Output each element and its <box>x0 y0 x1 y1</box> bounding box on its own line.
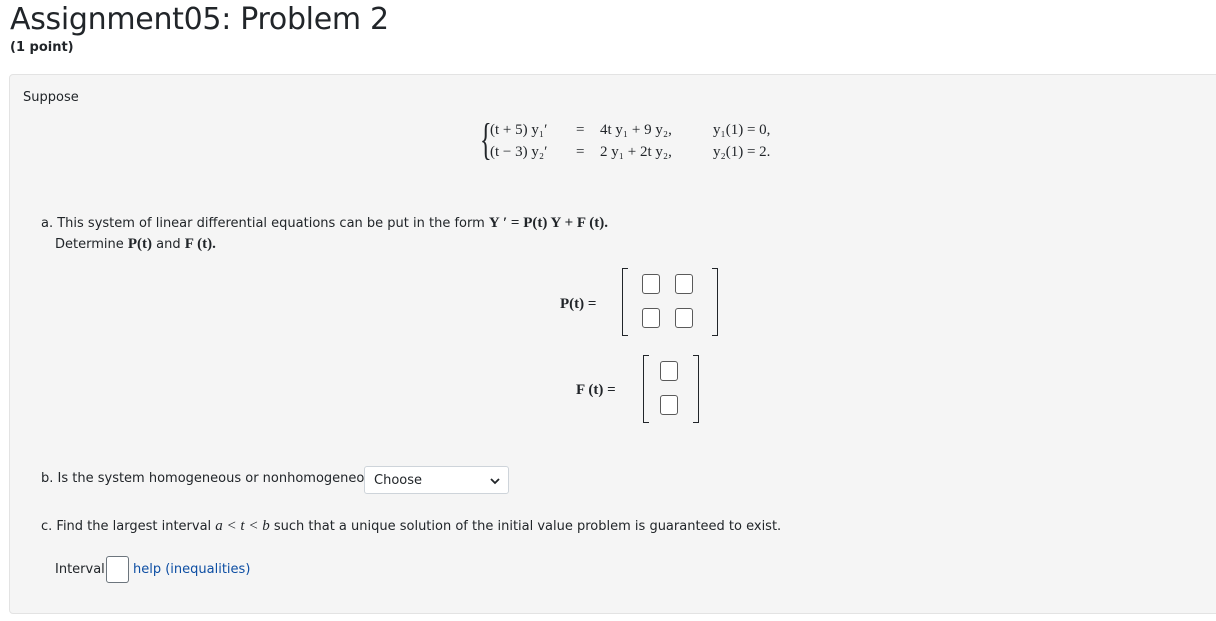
eq1-equals: = <box>576 122 585 138</box>
select-value: Choose <box>374 473 422 488</box>
part-a-form: Y ′ = P(t) Y + F (t). <box>488 215 608 231</box>
p-right-bracket <box>712 268 718 336</box>
intro-text: Suppose <box>23 90 79 105</box>
f-right-bracket <box>693 355 699 423</box>
p-matrix <box>622 268 722 338</box>
p-answer-12[interactable] <box>675 274 693 294</box>
part-c-suffix: such that a unique solution of the initi… <box>273 519 782 534</box>
part-b-text: b. Is the system homogeneous or nonhomog… <box>41 471 387 486</box>
points-label: (1 point) <box>10 40 74 55</box>
part-a-text: a. This system of linear differential eq… <box>41 215 608 232</box>
help-inequalities-link[interactable]: help (inequalities) <box>133 562 250 577</box>
f-vector <box>643 355 703 425</box>
f-vector-label: F (t) = <box>576 382 616 398</box>
part-c-prefix: c. Find the largest interval <box>41 519 212 534</box>
determine-f: F (t). <box>184 236 216 252</box>
equation-system: { (t + 5) y₁′ = 4t y₁ + 9 y₂, y₁(1) = 0,… <box>480 118 800 168</box>
eq2-rhs: 2 y₁ + 2t y₂, <box>600 144 672 160</box>
eq1-lhs: (t + 5) y₁′ <box>490 122 548 138</box>
p-answer-21[interactable] <box>642 308 660 328</box>
p-left-bracket <box>622 268 628 336</box>
determine-and: and <box>156 237 181 252</box>
eq1-initial-condition: y₁(1) = 0, <box>713 122 771 138</box>
determine-prefix: Determine <box>55 237 124 252</box>
part-a-statement: a. This system of linear differential eq… <box>41 216 485 231</box>
page-title: Assignment05: Problem 2 <box>10 2 389 37</box>
p-answer-22[interactable] <box>675 308 693 328</box>
interval-input[interactable] <box>106 556 129 583</box>
eq2-lhs: (t − 3) y₂′ <box>490 144 548 160</box>
chevron-down-icon <box>489 475 501 490</box>
part-c-text: c. Find the largest interval a < t < b s… <box>41 518 781 535</box>
interval-expression: a < t < b <box>215 518 270 534</box>
p-answer-11[interactable] <box>642 274 660 294</box>
homogeneous-select[interactable]: Choose <box>364 466 509 494</box>
p-matrix-label: P(t) = <box>560 296 597 312</box>
eq2-initial-condition: y₂(1) = 2. <box>713 144 771 160</box>
f-answer-1[interactable] <box>660 361 678 381</box>
eq2-equals: = <box>576 144 585 160</box>
f-left-bracket <box>643 355 649 423</box>
eq1-rhs: 4t y₁ + 9 y₂, <box>600 122 672 138</box>
determine-p: P(t) <box>127 236 153 252</box>
part-a-determine: Determine P(t) and F (t). <box>55 236 216 253</box>
interval-label: Interval: <box>55 562 110 577</box>
f-answer-2[interactable] <box>660 395 678 415</box>
